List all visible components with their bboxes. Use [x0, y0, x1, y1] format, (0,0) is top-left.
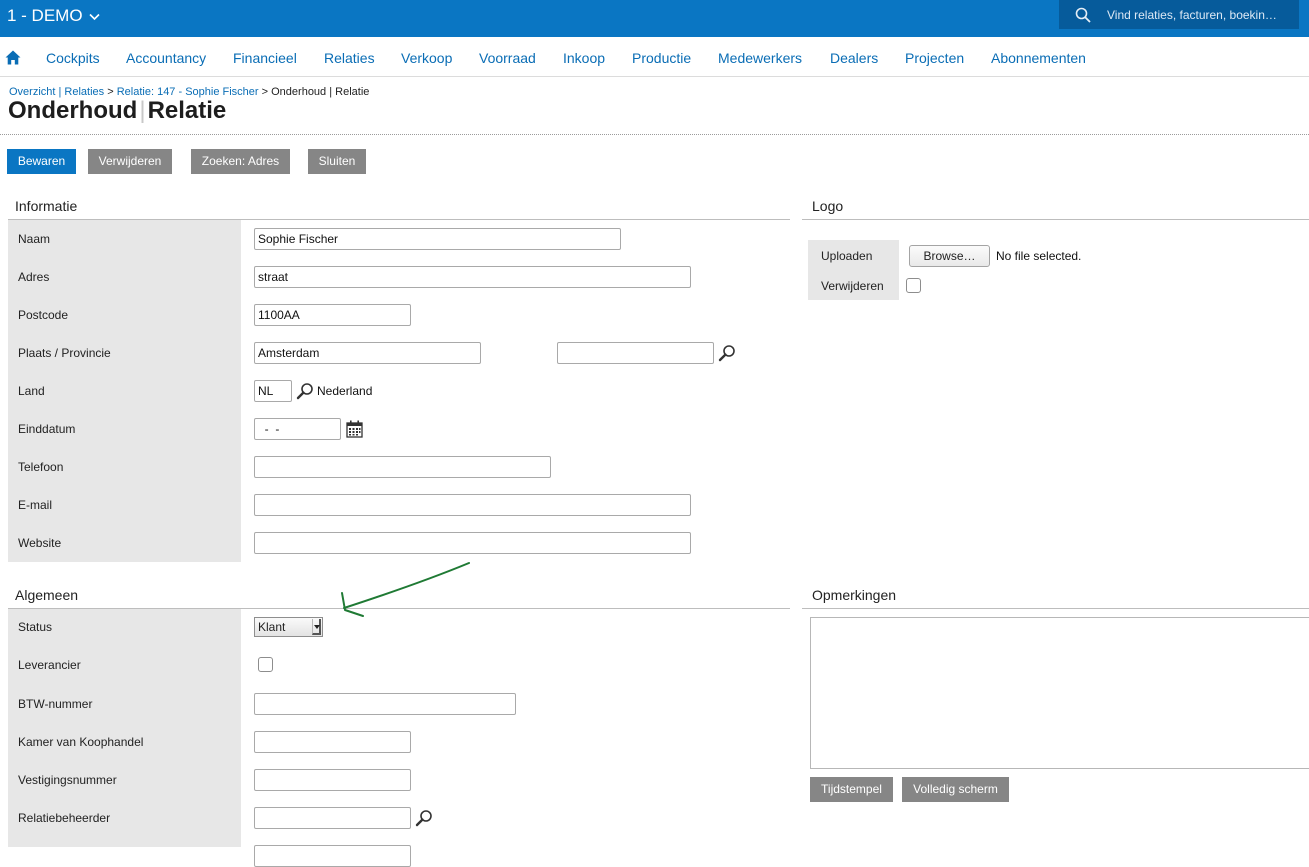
kvk-input[interactable] — [254, 731, 411, 753]
nav-accountancy[interactable]: Accountancy — [126, 50, 206, 66]
land-name: Nederland — [317, 384, 373, 398]
calendar-icon[interactable] — [346, 420, 363, 438]
annotation-arrow — [341, 562, 470, 617]
btw-nummer-input[interactable] — [254, 693, 516, 715]
postcode-input[interactable] — [254, 304, 411, 326]
label-naam: Naam — [18, 232, 51, 246]
nav-financieel[interactable]: Financieel — [233, 50, 297, 66]
page-title-sub: Relatie — [147, 97, 227, 124]
label-adres: Adres — [18, 270, 50, 284]
page-title-main: Onderhoud — [8, 97, 138, 124]
volledig-scherm-button[interactable]: Volledig scherm — [902, 777, 1009, 802]
section-divider — [802, 219, 1309, 220]
plaats-input[interactable] — [254, 342, 481, 364]
label-relatiebeheerder: Relatiebeheerder — [18, 811, 111, 825]
dropdown-arrow-icon — [312, 619, 321, 635]
label-einddatum: Einddatum — [18, 422, 76, 436]
breadcrumb-separator: > — [258, 86, 272, 98]
global-search-input[interactable] — [1105, 6, 1295, 23]
breadcrumb-current: Onderhoud | Relatie — [271, 86, 370, 98]
einddatum-input[interactable] — [254, 418, 341, 440]
provincie-input[interactable] — [557, 342, 714, 364]
company-name: 1 - DEMO — [7, 6, 83, 25]
status-select-value: Klant — [258, 620, 286, 634]
global-search[interactable] — [1059, 0, 1299, 29]
label-kamer-van-koophandel: Kamer van Koophandel — [18, 735, 144, 749]
magnifier-icon[interactable] — [415, 809, 433, 827]
label-btw-nummer: BTW-nummer — [18, 697, 93, 711]
label-uploaden: Uploaden — [821, 249, 873, 263]
main-nav: Cockpits Accountancy Financieel Relaties… — [0, 38, 1309, 77]
section-title-algemeen: Algemeen — [15, 587, 79, 603]
tijdstempel-button[interactable]: Tijdstempel — [810, 777, 893, 802]
section-title-logo: Logo — [812, 198, 844, 214]
nav-medewerkers[interactable]: Medewerkers — [718, 50, 802, 66]
label-telefoon: Telefoon — [18, 460, 64, 474]
naam-input[interactable] — [254, 228, 621, 250]
delete-button[interactable]: Verwijderen — [88, 149, 172, 174]
land-code-input[interactable] — [254, 380, 292, 402]
company-selector[interactable]: 1 - DEMO — [7, 6, 100, 26]
label-email: E-mail — [18, 498, 53, 512]
magnifier-icon[interactable] — [296, 382, 314, 400]
section-title-opmerkingen: Opmerkingen — [812, 587, 897, 603]
opmerkingen-textarea[interactable] — [810, 617, 1309, 769]
close-button[interactable]: Sluiten — [308, 149, 366, 174]
nav-projecten[interactable]: Projecten — [905, 50, 964, 66]
logo-delete-checkbox[interactable] — [906, 278, 921, 293]
nav-abonnementen[interactable]: Abonnementen — [991, 50, 1086, 66]
label-postcode: Postcode — [18, 308, 69, 322]
browse-button[interactable]: Browse… — [909, 245, 990, 267]
nav-cockpits[interactable]: Cockpits — [46, 50, 100, 66]
label-plaats-provincie: Plaats / Provincie — [18, 346, 111, 360]
page-title: Onderhoud|Relatie — [8, 97, 226, 125]
home-icon[interactable] — [5, 50, 21, 65]
section-title-informatie: Informatie — [15, 198, 78, 214]
page-title-separator: | — [139, 97, 146, 124]
label-status: Status — [18, 620, 53, 634]
label-land: Land — [18, 384, 45, 398]
next-field-input[interactable] — [254, 845, 411, 867]
top-bar: 1 - DEMO — [0, 0, 1309, 37]
vestigingsnummer-input[interactable] — [254, 769, 411, 791]
magnifier-icon[interactable] — [718, 344, 736, 362]
relatiebeheerder-input[interactable] — [254, 807, 411, 829]
label-logo-verwijderen: Verwijderen — [821, 279, 884, 293]
nav-relaties[interactable]: Relaties — [324, 50, 375, 66]
search-icon — [1075, 7, 1091, 23]
nav-inkoop[interactable]: Inkoop — [563, 50, 605, 66]
no-file-text: No file selected. — [996, 249, 1082, 263]
nav-dealers[interactable]: Dealers — [830, 50, 878, 66]
label-website: Website — [18, 536, 62, 550]
search-address-button[interactable]: Zoeken: Adres — [191, 149, 290, 174]
save-button[interactable]: Bewaren — [7, 149, 76, 174]
email-input[interactable] — [254, 494, 691, 516]
website-input[interactable] — [254, 532, 691, 554]
leverancier-checkbox[interactable] — [258, 657, 273, 672]
label-leverancier: Leverancier — [18, 658, 81, 672]
nav-verkoop[interactable]: Verkoop — [401, 50, 452, 66]
title-divider — [0, 134, 1309, 135]
label-vestigingsnummer: Vestigingsnummer — [18, 773, 117, 787]
nav-productie[interactable]: Productie — [632, 50, 691, 66]
section-divider — [802, 608, 1309, 609]
chevron-down-icon — [88, 13, 100, 21]
nav-voorraad[interactable]: Voorraad — [479, 50, 536, 66]
telefoon-input[interactable] — [254, 456, 551, 478]
status-select[interactable]: Klant — [254, 617, 323, 637]
adres-input[interactable] — [254, 266, 691, 288]
